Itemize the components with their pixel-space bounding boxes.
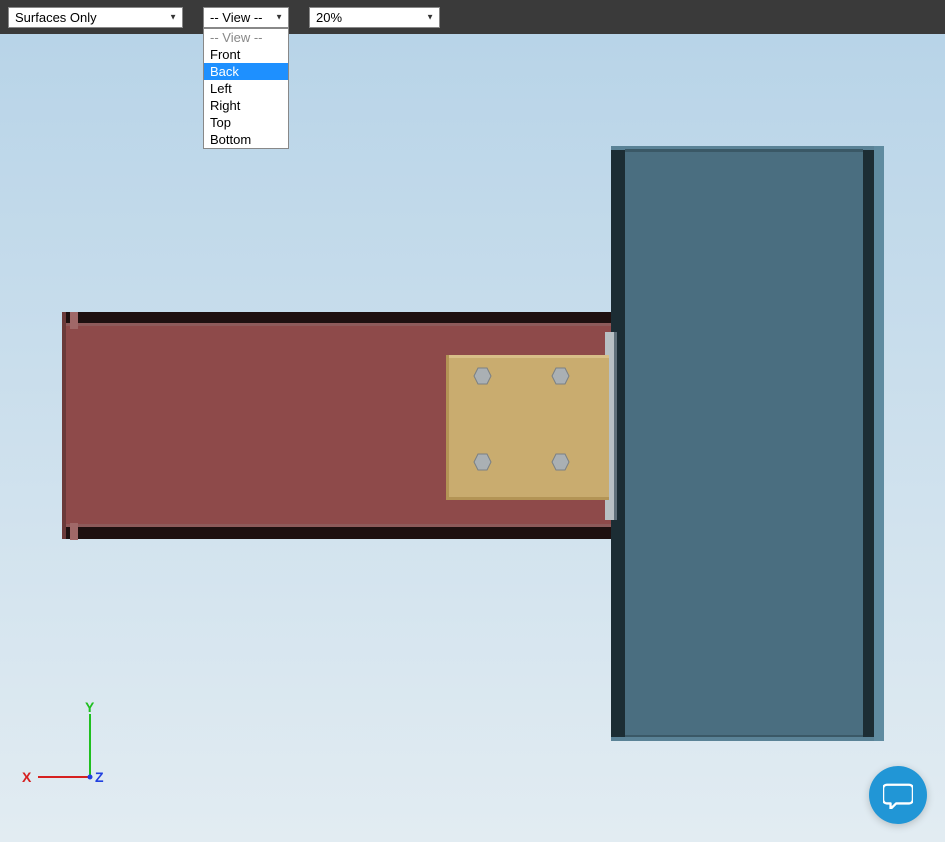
bolt-bl bbox=[474, 454, 491, 470]
bolt-tl bbox=[474, 368, 491, 384]
column-member bbox=[611, 146, 884, 741]
zoom-select[interactable]: 20% bbox=[309, 7, 440, 28]
view-option-right[interactable]: Right bbox=[204, 97, 288, 114]
surfaces-select-value: Surfaces Only bbox=[15, 10, 97, 25]
zoom-select-wrapper: 20% bbox=[309, 7, 440, 28]
view-option-front[interactable]: Front bbox=[204, 46, 288, 63]
bolt-br bbox=[552, 454, 569, 470]
axis-indicator: Y X Z bbox=[20, 702, 120, 802]
viewport-3d[interactable]: Y X Z bbox=[0, 34, 945, 842]
zoom-select-value: 20% bbox=[316, 10, 342, 25]
view-dropdown-placeholder[interactable]: -- View -- bbox=[204, 29, 288, 46]
axis-x-label: X bbox=[22, 769, 32, 785]
model-3d bbox=[0, 34, 945, 842]
view-select[interactable]: -- View -- bbox=[203, 7, 289, 28]
bolt-tr bbox=[552, 368, 569, 384]
surfaces-select[interactable]: Surfaces Only bbox=[8, 7, 183, 28]
view-option-bottom[interactable]: Bottom bbox=[204, 131, 288, 148]
view-select-wrapper: -- View -- -- View -- Front Back Left Ri… bbox=[203, 7, 289, 28]
view-select-value: -- View -- bbox=[210, 10, 262, 25]
surfaces-select-wrapper: Surfaces Only bbox=[8, 7, 183, 28]
end-plate-gap-dark bbox=[614, 332, 617, 520]
view-option-left[interactable]: Left bbox=[204, 80, 288, 97]
view-option-top[interactable]: Top bbox=[204, 114, 288, 131]
axis-y-label: Y bbox=[85, 702, 95, 715]
shear-plate bbox=[446, 355, 609, 500]
chat-button[interactable] bbox=[869, 766, 927, 824]
chat-icon bbox=[883, 781, 913, 809]
toolbar: Surfaces Only -- View -- -- View -- Fron… bbox=[0, 0, 945, 34]
view-dropdown: -- View -- Front Back Left Right Top Bot… bbox=[203, 28, 289, 149]
axis-z-label: Z bbox=[95, 769, 104, 785]
view-option-back[interactable]: Back bbox=[204, 63, 288, 80]
